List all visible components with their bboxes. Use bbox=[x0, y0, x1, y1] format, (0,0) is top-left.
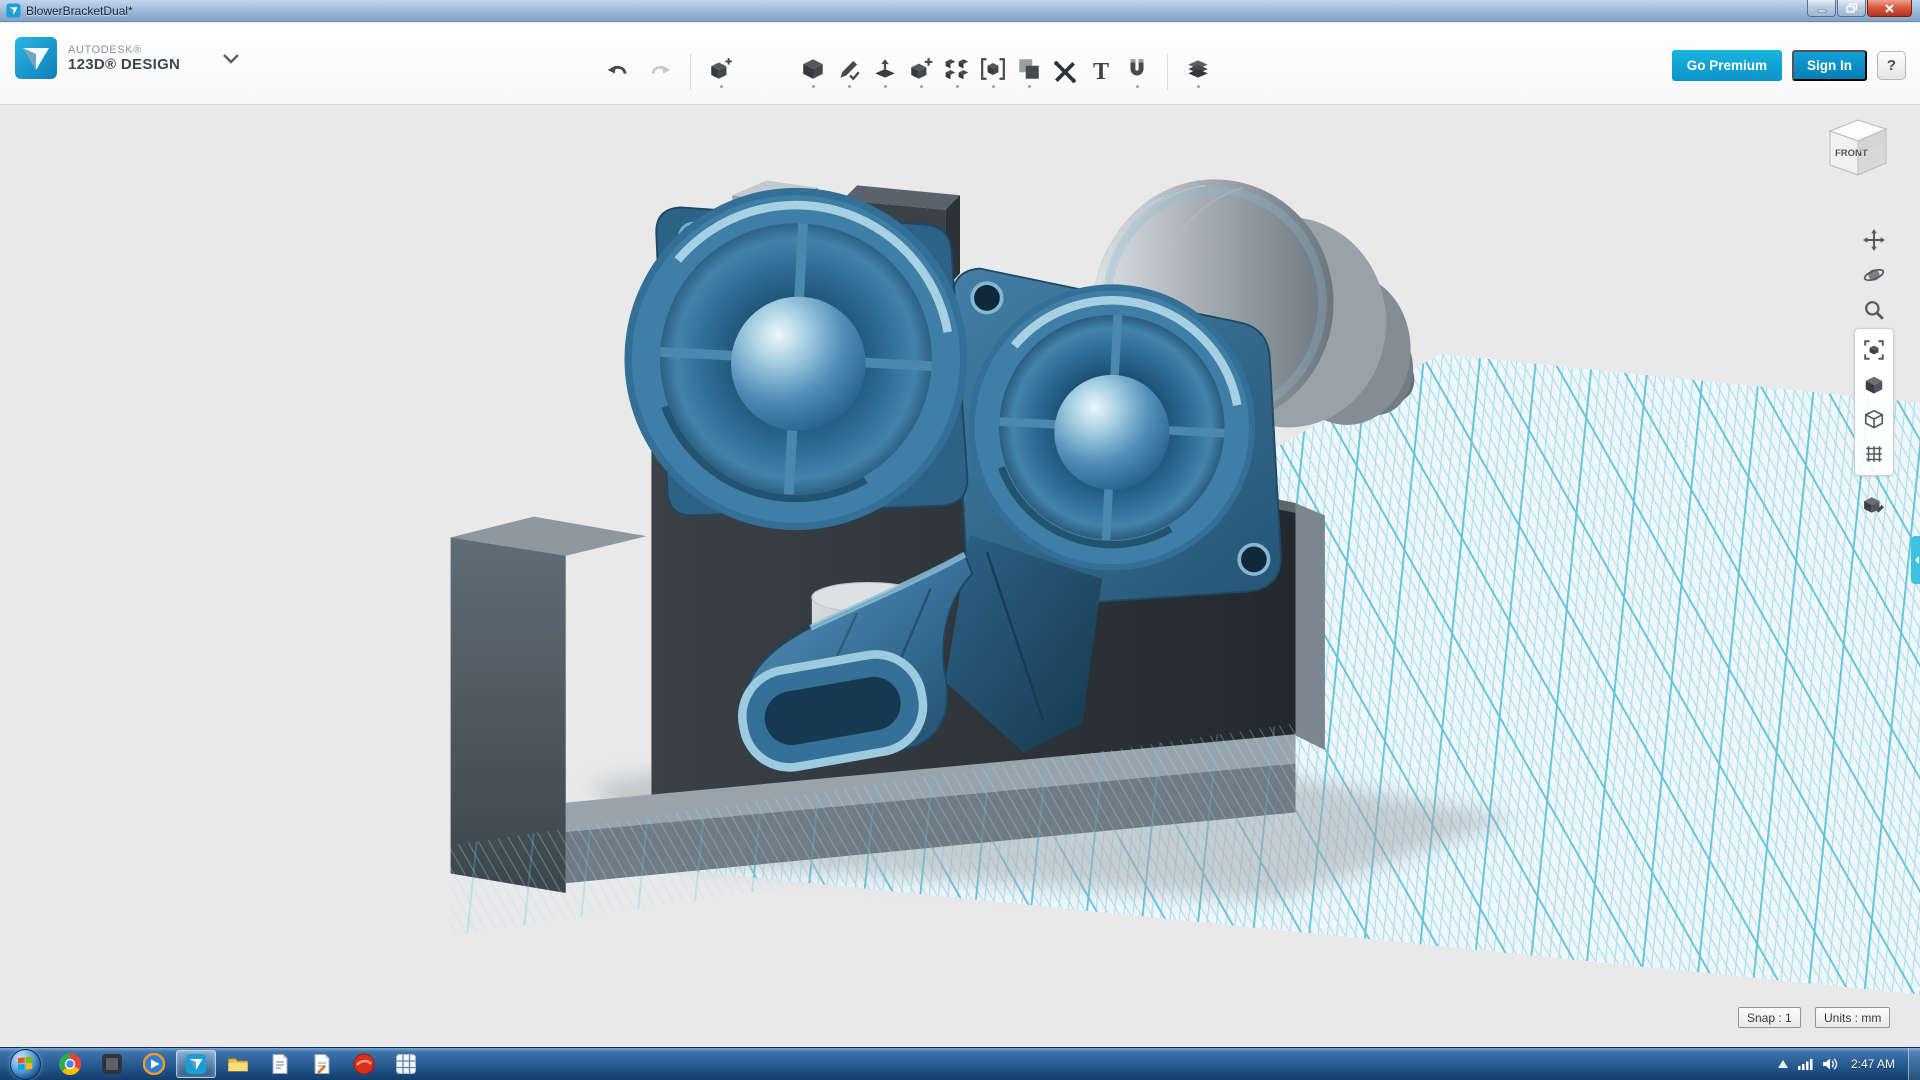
zoom-tool[interactable] bbox=[1860, 296, 1888, 324]
help-button[interactable]: ? bbox=[1877, 51, 1906, 80]
shaded-cube-icon bbox=[1863, 374, 1885, 396]
taskbar-clock[interactable]: 2:47 AM bbox=[1847, 1057, 1899, 1071]
grouping-tool-button[interactable] bbox=[975, 50, 1011, 94]
snap-tool-button[interactable] bbox=[1119, 50, 1155, 94]
shaded-view-tool[interactable] bbox=[1860, 371, 1888, 399]
system-tray: 2:47 AM bbox=[1778, 1048, 1920, 1080]
sketch-tool-button[interactable] bbox=[831, 50, 867, 94]
pan-icon bbox=[1863, 229, 1885, 251]
volume-icon[interactable] bbox=[1822, 1057, 1838, 1071]
snap-magnet-icon bbox=[1124, 56, 1150, 82]
redo-icon bbox=[647, 59, 673, 85]
construct-tool-button[interactable] bbox=[867, 50, 903, 94]
brand-block: AUTODESK® 123D® DESIGN bbox=[14, 36, 242, 80]
sketch-pencil-icon bbox=[836, 56, 862, 82]
modify-icon bbox=[908, 56, 934, 82]
text-tool-glyph: T bbox=[1093, 60, 1109, 84]
material-edit-icon bbox=[1863, 494, 1885, 516]
taskbar-windows-explorer-icon[interactable] bbox=[218, 1050, 258, 1078]
minimize-button[interactable] bbox=[1807, 0, 1836, 17]
units-setting[interactable]: Units : mm bbox=[1815, 1007, 1890, 1028]
brand-autodesk: AUTODESK® bbox=[68, 44, 180, 56]
show-desktop-button[interactable] bbox=[1908, 1048, 1920, 1080]
pattern-icon bbox=[944, 56, 970, 82]
hidden-icons-chevron[interactable] bbox=[1778, 1060, 1788, 1068]
sign-in-button[interactable]: Sign In bbox=[1792, 50, 1867, 81]
combine-tool-button[interactable] bbox=[1011, 50, 1047, 94]
123d-logo-icon bbox=[14, 36, 58, 80]
maximize-button[interactable] bbox=[1837, 0, 1866, 17]
toolbar-separator bbox=[690, 54, 691, 90]
close-button[interactable] bbox=[1867, 0, 1912, 17]
grouping-icon bbox=[980, 56, 1006, 82]
taskbar-dark-app-icon[interactable] bbox=[92, 1050, 132, 1078]
start-button[interactable] bbox=[10, 1049, 41, 1080]
outline-view-tool[interactable] bbox=[1860, 405, 1888, 433]
construct-icon bbox=[872, 56, 898, 82]
material-layers-icon bbox=[1185, 56, 1211, 82]
viewcube[interactable]: FRONT bbox=[1818, 111, 1894, 187]
material-tool-button[interactable] bbox=[1180, 50, 1216, 94]
transform-icon bbox=[708, 56, 734, 82]
undo-icon bbox=[605, 59, 631, 85]
measure-tool-button[interactable] bbox=[1047, 50, 1083, 94]
window-titlebar: BlowerBracketDual* bbox=[0, 0, 1920, 22]
orbit-tool[interactable] bbox=[1860, 261, 1888, 289]
grid-icon bbox=[1863, 443, 1885, 465]
toolbar-separator bbox=[1167, 54, 1168, 90]
brand-123d-design: 123D® DESIGN bbox=[68, 56, 180, 73]
brand-text: AUTODESK® 123D® DESIGN bbox=[68, 44, 180, 73]
taskbar-wordpad-icon[interactable] bbox=[302, 1050, 342, 1078]
combine-icon bbox=[1016, 56, 1042, 82]
taskbar-chrome-icon[interactable] bbox=[50, 1050, 90, 1078]
zoom-fit-tool[interactable] bbox=[1860, 336, 1888, 364]
measure-icon bbox=[1052, 59, 1078, 85]
taskbar-grid-app-icon[interactable] bbox=[386, 1050, 426, 1078]
zoom-fit-icon bbox=[1863, 339, 1885, 361]
text-tool-button[interactable]: T bbox=[1083, 50, 1119, 94]
left-blower-fan[interactable] bbox=[624, 181, 967, 531]
orbit-icon bbox=[1863, 264, 1885, 286]
network-icon[interactable] bbox=[1797, 1057, 1813, 1071]
taskbar-123d-design-icon[interactable] bbox=[176, 1050, 216, 1078]
app-toolbar: AUTODESK® 123D® DESIGN bbox=[0, 23, 1920, 105]
pan-tool[interactable] bbox=[1860, 226, 1888, 254]
screen: BlowerBracketDual* bbox=[0, 0, 1920, 1080]
panel-edge-handle[interactable] bbox=[1911, 536, 1920, 584]
material-edit-tool[interactable] bbox=[1860, 491, 1888, 519]
windows-flag-icon bbox=[18, 1057, 33, 1071]
outline-cube-icon bbox=[1863, 408, 1885, 430]
main-tools: T bbox=[600, 46, 1216, 98]
primitives-icon bbox=[800, 56, 826, 82]
taskbar-media-player-icon[interactable] bbox=[134, 1050, 174, 1078]
taskbar-notepad-icon[interactable] bbox=[260, 1050, 300, 1078]
app-window-icon bbox=[6, 3, 21, 18]
header-actions: Go Premium Sign In ? bbox=[1672, 50, 1906, 81]
taskbar: 2:47 AM bbox=[0, 1047, 1920, 1080]
viewport-3d[interactable] bbox=[0, 106, 1920, 1047]
view-settings-panel bbox=[1854, 328, 1894, 476]
minimize-icon bbox=[1817, 4, 1827, 13]
redo-button[interactable] bbox=[642, 50, 678, 94]
magnifier-icon bbox=[1863, 299, 1885, 321]
modify-tool-button[interactable] bbox=[903, 50, 939, 94]
snap-setting[interactable]: Snap : 1 bbox=[1738, 1007, 1801, 1028]
pattern-tool-button[interactable] bbox=[939, 50, 975, 94]
grid-settings-tool[interactable] bbox=[1860, 440, 1888, 468]
viewport-canvas[interactable]: FRONT bbox=[0, 106, 1920, 1047]
close-icon bbox=[1884, 3, 1895, 14]
transform-tool-button[interactable] bbox=[703, 50, 739, 94]
go-premium-button[interactable]: Go Premium bbox=[1672, 50, 1782, 81]
restore-icon bbox=[1846, 3, 1858, 13]
primitives-tool-button[interactable] bbox=[795, 50, 831, 94]
taskbar-browser-icon[interactable] bbox=[344, 1050, 384, 1078]
undo-button[interactable] bbox=[600, 50, 636, 94]
window-title: BlowerBracketDual* bbox=[26, 4, 133, 18]
main-menu-chevron-icon[interactable] bbox=[220, 47, 242, 69]
